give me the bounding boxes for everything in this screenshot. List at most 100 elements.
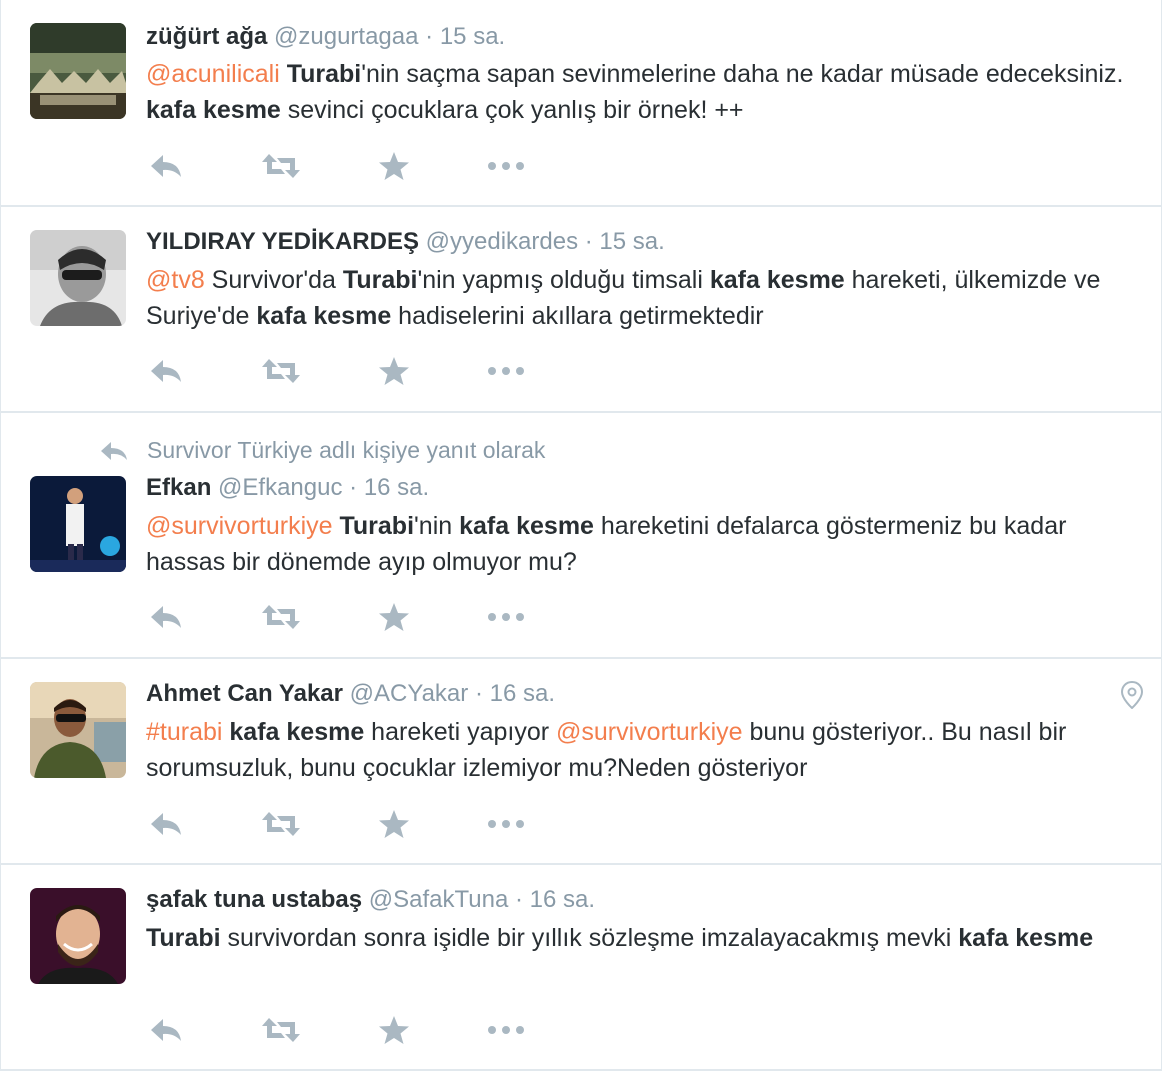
tweet-text: @survivorturkiye Turabi'nin kafa kesme h… bbox=[146, 508, 1136, 580]
tweet-text-segment: hadiselerini akıllara getirmektedir bbox=[391, 302, 764, 330]
timestamp[interactable]: 16 sa. bbox=[530, 886, 595, 913]
highlighted-keyword: kafa kesme bbox=[958, 924, 1094, 952]
tweet-text: Turabi survivordan sonra işidle bir yıll… bbox=[146, 920, 1136, 956]
highlighted-keyword: kafa kesme bbox=[146, 96, 281, 124]
timestamp[interactable]: 15 sa. bbox=[599, 228, 664, 255]
avatar[interactable] bbox=[30, 888, 126, 984]
retweet-icon bbox=[261, 810, 301, 838]
retweet-icon bbox=[261, 603, 301, 631]
author-name[interactable]: şafak tuna ustabaş bbox=[146, 886, 362, 913]
tweet-timeline: züğürt ağa @zugurtagaa · 15 sa. @acunili… bbox=[0, 0, 1164, 1072]
tweet-text: #turabi kafa kesme hareketi yapıyor @sur… bbox=[146, 714, 1136, 786]
favorite-button[interactable] bbox=[374, 351, 414, 391]
timestamp[interactable]: 16 sa. bbox=[364, 474, 429, 501]
star-icon bbox=[378, 1015, 410, 1045]
more-button[interactable] bbox=[486, 804, 526, 844]
tweet-text-segment: survivordan sonra işidle bir yıllık sözl… bbox=[220, 924, 959, 952]
timestamp[interactable]: 16 sa. bbox=[490, 680, 555, 707]
more-button[interactable] bbox=[486, 351, 526, 391]
more-button[interactable] bbox=[486, 146, 526, 186]
highlighted-keyword: Turabi bbox=[286, 60, 362, 88]
separator: · bbox=[349, 474, 358, 501]
author-handle[interactable]: @yyedikardes bbox=[426, 228, 578, 255]
author-handle[interactable]: @ACYakar bbox=[350, 680, 469, 707]
more-button[interactable] bbox=[486, 597, 526, 637]
tweet-item[interactable]: şafak tuna ustabaş @SafakTuna · 16 sa. T… bbox=[0, 865, 1162, 1071]
reply-button[interactable] bbox=[146, 146, 186, 186]
more-icon bbox=[487, 612, 525, 622]
tweet-text-segment: 'nin bbox=[414, 512, 460, 540]
tweet-item[interactable]: Ahmet Can Yakar @ACYakar · 16 sa. #turab… bbox=[0, 659, 1162, 865]
star-icon bbox=[378, 809, 410, 839]
retweet-button[interactable] bbox=[261, 597, 301, 637]
avatar[interactable] bbox=[30, 682, 126, 778]
mention-link[interactable]: @survivorturkiye bbox=[146, 512, 333, 540]
reply-context[interactable]: Survivor Türkiye adlı kişiye yanıt olara… bbox=[99, 436, 545, 464]
tweet-header: Efkan @Efkanguc · 16 sa. bbox=[146, 473, 429, 503]
author-name[interactable]: züğürt ağa bbox=[146, 23, 267, 50]
reply-context-icon bbox=[101, 442, 127, 460]
tweet-header: YILDIRAY YEDİKARDEŞ @yyedikardes · 15 sa… bbox=[146, 227, 665, 257]
retweet-button[interactable] bbox=[261, 351, 301, 391]
tweet-text-segment: 'nin saçma sapan sevinmelerine daha ne k… bbox=[361, 60, 1124, 88]
favorite-button[interactable] bbox=[374, 146, 414, 186]
tweet-text: @acunilicali Turabi'nin saçma sapan sevi… bbox=[146, 56, 1136, 128]
author-handle[interactable]: @zugurtagaa bbox=[274, 23, 418, 50]
reply-button[interactable] bbox=[146, 804, 186, 844]
highlighted-keyword: kafa kesme bbox=[256, 302, 392, 330]
author-name[interactable]: Efkan bbox=[146, 474, 211, 501]
author-handle[interactable]: @Efkanguc bbox=[218, 474, 342, 501]
separator: · bbox=[474, 680, 483, 707]
tweet-item[interactable]: YILDIRAY YEDİKARDEŞ @yyedikardes · 15 sa… bbox=[0, 207, 1162, 413]
reply-button[interactable] bbox=[146, 597, 186, 637]
reply-button[interactable] bbox=[146, 1010, 186, 1050]
more-icon bbox=[487, 1025, 525, 1035]
timestamp[interactable]: 15 sa. bbox=[440, 23, 505, 50]
reply-icon bbox=[149, 811, 183, 837]
retweet-icon bbox=[261, 152, 301, 180]
tweet-item[interactable]: züğürt ağa @zugurtagaa · 15 sa. @acunili… bbox=[0, 0, 1162, 207]
favorite-button[interactable] bbox=[374, 804, 414, 844]
avatar[interactable] bbox=[30, 230, 126, 326]
retweet-icon bbox=[261, 1016, 301, 1044]
separator: · bbox=[584, 228, 593, 255]
tweet-header: şafak tuna ustabaş @SafakTuna · 16 sa. bbox=[146, 885, 595, 915]
tweet-item[interactable]: Survivor Türkiye adlı kişiye yanıt olara… bbox=[0, 413, 1162, 659]
star-icon bbox=[378, 602, 410, 632]
star-icon bbox=[378, 151, 410, 181]
reply-button[interactable] bbox=[146, 351, 186, 391]
highlighted-keyword: Turabi bbox=[339, 512, 415, 540]
tweet-text-segment: hareketi yapıyor bbox=[364, 718, 556, 746]
favorite-button[interactable] bbox=[374, 1010, 414, 1050]
hashtag-link[interactable]: #turabi bbox=[146, 718, 222, 746]
retweet-button[interactable] bbox=[261, 804, 301, 844]
more-icon bbox=[487, 819, 525, 829]
mention-link[interactable]: @acunilicali bbox=[146, 60, 280, 88]
separator: · bbox=[425, 23, 434, 50]
more-button[interactable] bbox=[486, 1010, 526, 1050]
reply-icon bbox=[149, 1017, 183, 1043]
retweet-button[interactable] bbox=[261, 146, 301, 186]
location-pin-icon[interactable] bbox=[1120, 680, 1144, 714]
tweet-text-segment: 'nin yapmış olduğu timsali bbox=[417, 266, 710, 294]
highlighted-keyword: Turabi bbox=[342, 266, 418, 294]
mention-link[interactable]: @tv8 bbox=[146, 266, 205, 294]
more-icon bbox=[487, 161, 525, 171]
reply-context-label: Survivor Türkiye adlı kişiye yanıt olara… bbox=[147, 437, 546, 463]
author-handle[interactable]: @SafakTuna bbox=[369, 886, 509, 913]
author-name[interactable]: Ahmet Can Yakar bbox=[146, 680, 343, 707]
author-name[interactable]: YILDIRAY YEDİKARDEŞ bbox=[146, 228, 419, 255]
favorite-button[interactable] bbox=[374, 597, 414, 637]
tweet-text-segment bbox=[280, 60, 287, 88]
reply-icon bbox=[149, 604, 183, 630]
mention-link[interactable]: @survivorturkiye bbox=[556, 718, 743, 746]
highlighted-keyword: kafa kesme bbox=[459, 512, 594, 540]
highlighted-keyword: kafa kesme bbox=[709, 266, 845, 294]
avatar[interactable] bbox=[30, 23, 126, 119]
tweet-text: @tv8 Survivor'da Turabi'nin yapmış olduğ… bbox=[146, 262, 1136, 334]
retweet-button[interactable] bbox=[261, 1010, 301, 1050]
separator: · bbox=[514, 886, 523, 913]
tweet-text-segment: sevinci çocuklara çok yanlış bir örnek! … bbox=[280, 96, 744, 124]
avatar[interactable] bbox=[30, 476, 126, 572]
star-icon bbox=[378, 356, 410, 386]
